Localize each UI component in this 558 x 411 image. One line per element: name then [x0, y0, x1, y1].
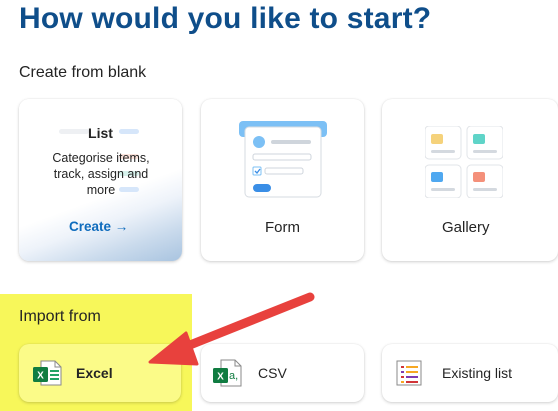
existing-list-card-label: Existing list	[442, 365, 513, 381]
form-card[interactable]: Form	[201, 99, 364, 261]
gallery-card-label: Gallery	[442, 219, 490, 236]
start-page: How would you like to start? Create from…	[0, 0, 558, 411]
excel-icon: X	[33, 360, 62, 386]
page-title: How would you like to start?	[19, 2, 432, 35]
gallery-icon	[425, 126, 503, 198]
svg-text:X: X	[217, 372, 224, 383]
create-list-link[interactable]: Create →	[69, 219, 128, 234]
csv-icon: a, X	[213, 359, 242, 387]
csv-import-card[interactable]: a, X CSV	[201, 344, 364, 402]
svg-text:a,: a,	[229, 370, 238, 382]
svg-text:X: X	[37, 371, 44, 382]
list-card[interactable]: List Categorise items, track, assign and…	[19, 99, 182, 261]
form-card-label: Form	[265, 219, 300, 236]
gallery-card[interactable]: Gallery	[382, 99, 558, 261]
excel-import-card[interactable]: X Excel	[19, 344, 181, 402]
create-from-blank-heading: Create from blank	[19, 64, 147, 81]
list-card-title: List	[88, 125, 113, 141]
existing-list-import-card[interactable]: Existing list	[382, 344, 558, 402]
csv-card-label: CSV	[258, 365, 287, 381]
existing-list-icon	[396, 360, 422, 386]
list-card-description: Categorise items, track, assign and more	[52, 151, 150, 197]
import-from-heading: Import from	[19, 308, 101, 325]
form-icon	[239, 121, 327, 198]
excel-card-label: Excel	[76, 365, 113, 381]
